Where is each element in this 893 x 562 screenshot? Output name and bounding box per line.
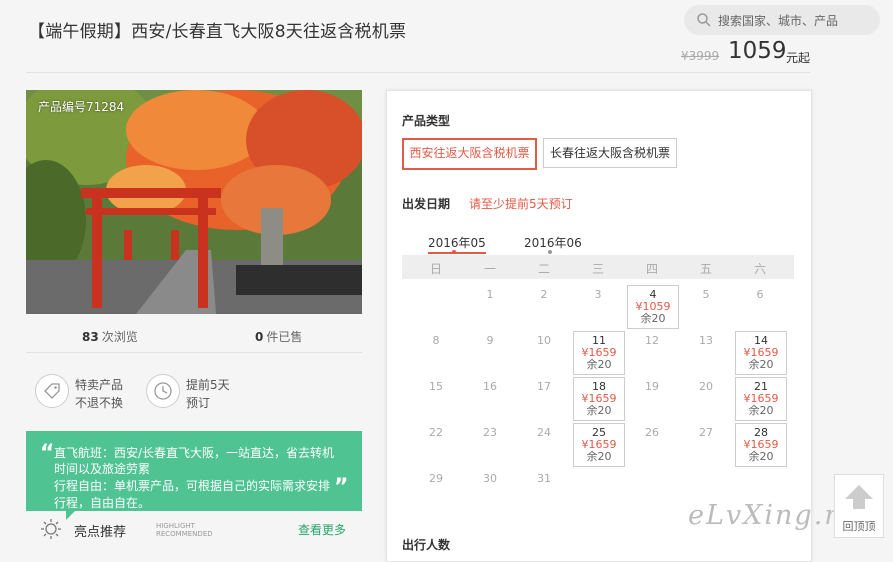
note-line: 时间以及旅途劳累 xyxy=(54,462,151,476)
calendar-day: 31 xyxy=(537,472,551,485)
price-unit: 元起 xyxy=(786,51,811,65)
highlight-english: HIGHLIGHT RECOMMENDED xyxy=(156,522,213,538)
weekday: 三 xyxy=(591,262,604,276)
sold-count: 0 xyxy=(255,330,264,344)
calendar-day: 6 xyxy=(756,288,764,301)
note-pointer xyxy=(66,510,76,520)
calendar-day: 15 xyxy=(429,380,443,393)
feature-line1: 特卖产品 xyxy=(75,378,124,392)
calendar-day-available[interactable]: 4 ¥1059 余20 xyxy=(627,285,679,329)
weekday: 五 xyxy=(699,262,712,276)
day-remaining: 余20 xyxy=(748,450,774,463)
weekday: 四 xyxy=(645,262,658,276)
day-remaining: 余20 xyxy=(748,404,774,417)
calendar-day: 1 xyxy=(486,288,494,301)
departure-label: 出发日期 xyxy=(402,197,451,211)
note-line: 直飞航班：西安/长春直飞大阪，一站直达，省去转机 xyxy=(54,446,335,460)
calendar-day-available[interactable]: 14 ¥1659 余20 xyxy=(735,331,787,375)
calendar-day: 8 xyxy=(432,334,440,347)
search-box[interactable]: 搜索国家、城市、产品 xyxy=(684,5,880,35)
product-photo xyxy=(26,90,362,314)
month-indicator xyxy=(548,250,552,254)
calendar-day: 24 xyxy=(537,426,551,439)
product-id: 产品编号71284 xyxy=(38,100,125,114)
calendar-day: 30 xyxy=(483,472,497,485)
day-remaining: 余20 xyxy=(748,358,774,371)
calendar-day: 19 xyxy=(645,380,659,393)
stats-divider xyxy=(26,352,362,353)
calendar-day: 16 xyxy=(483,380,497,393)
views-stat: 83 次浏览 xyxy=(82,328,138,345)
calendar-day: 22 xyxy=(429,426,443,439)
highlight-note: “ 直飞航班：西安/长春直飞大阪，一站直达，省去转机 时间以及旅途劳累 行程自由… xyxy=(26,431,362,511)
open-quote-icon: “ xyxy=(40,441,55,466)
travelers-label: 出行人数 xyxy=(402,538,451,552)
calendar-day: 12 xyxy=(645,334,659,347)
calendar-day-available[interactable]: 21 ¥1659 余20 xyxy=(735,377,787,421)
calendar-day: 26 xyxy=(645,426,659,439)
tab-month-june[interactable]: 2016年06 xyxy=(524,234,582,251)
calendar-day: 27 xyxy=(699,426,713,439)
views-label: 次浏览 xyxy=(101,330,138,344)
tab-month-may[interactable]: 2016年05 xyxy=(428,234,486,254)
calendar-day: 10 xyxy=(537,334,551,347)
calendar-day-available[interactable]: 11 ¥1659 余20 xyxy=(573,331,625,375)
day-remaining: 余20 xyxy=(586,450,612,463)
feature-line2: 不退不换 xyxy=(75,396,124,410)
day-remaining: 余20 xyxy=(586,358,612,371)
views-count: 83 xyxy=(82,330,99,344)
note-line: 行程自由：单机票产品，可根据自己的实际需求安排 xyxy=(54,479,331,493)
search-icon xyxy=(697,13,711,27)
tag-icon xyxy=(35,374,69,408)
current-price: 1059 xyxy=(728,38,787,64)
month-indicator xyxy=(452,250,456,254)
sold-stat: 0 件已售 xyxy=(255,328,302,345)
weekday: 二 xyxy=(537,262,550,276)
sun-icon xyxy=(41,519,61,539)
note-line: 行程，自由自在。 xyxy=(54,496,151,510)
departure-hint: 请至少提前5天预订 xyxy=(469,197,573,211)
weekday: 一 xyxy=(483,262,496,276)
calendar-day: 17 xyxy=(537,380,551,393)
sold-label: 件已售 xyxy=(266,330,303,344)
calendar-day: 13 xyxy=(699,334,713,347)
day-remaining: 余20 xyxy=(586,404,612,417)
calendar-day: 23 xyxy=(483,426,497,439)
back-to-top-label: 回顶顶 xyxy=(842,520,876,533)
page-title: 【端午假期】西安/长春直飞大阪8天往返含税机票 xyxy=(28,22,407,42)
header-divider xyxy=(26,72,810,73)
arrow-up-icon xyxy=(845,485,873,509)
calendar-day-available[interactable]: 25 ¥1659 余20 xyxy=(573,423,625,467)
calendar-day: 3 xyxy=(594,288,602,301)
search-placeholder[interactable]: 搜索国家、城市、产品 xyxy=(718,12,838,29)
calendar-day: 5 xyxy=(702,288,710,301)
day-remaining: 余20 xyxy=(640,312,666,325)
option-xian[interactable]: 西安往返大阪含税机票 xyxy=(402,138,537,170)
close-quote-icon: ” xyxy=(334,475,349,500)
original-price: ¥3999 xyxy=(681,49,720,63)
weekday-header: 日 一 二 三 四 五 六 xyxy=(402,255,794,279)
calendar-day: 9 xyxy=(486,334,494,347)
back-to-top-button[interactable]: 回顶顶 xyxy=(834,474,884,538)
calendar-day: 20 xyxy=(699,380,713,393)
calendar-day-available[interactable]: 28 ¥1659 余20 xyxy=(735,423,787,467)
product-type-label: 产品类型 xyxy=(402,114,451,128)
weekday: 六 xyxy=(753,262,766,276)
clock-history-icon xyxy=(146,374,180,408)
option-changchun[interactable]: 长春往返大阪含税机票 xyxy=(543,138,677,168)
view-more-link[interactable]: 查看更多 xyxy=(298,521,346,538)
calendar-day-available[interactable]: 18 ¥1659 余20 xyxy=(573,377,625,421)
calendar-day: 2 xyxy=(540,288,548,301)
feature-line1: 提前5天 xyxy=(186,378,230,392)
weekday: 日 xyxy=(429,262,442,276)
calendar-day: 29 xyxy=(429,472,443,485)
highlight-label: 亮点推荐 xyxy=(74,525,127,540)
feature-line2: 预订 xyxy=(186,396,211,410)
